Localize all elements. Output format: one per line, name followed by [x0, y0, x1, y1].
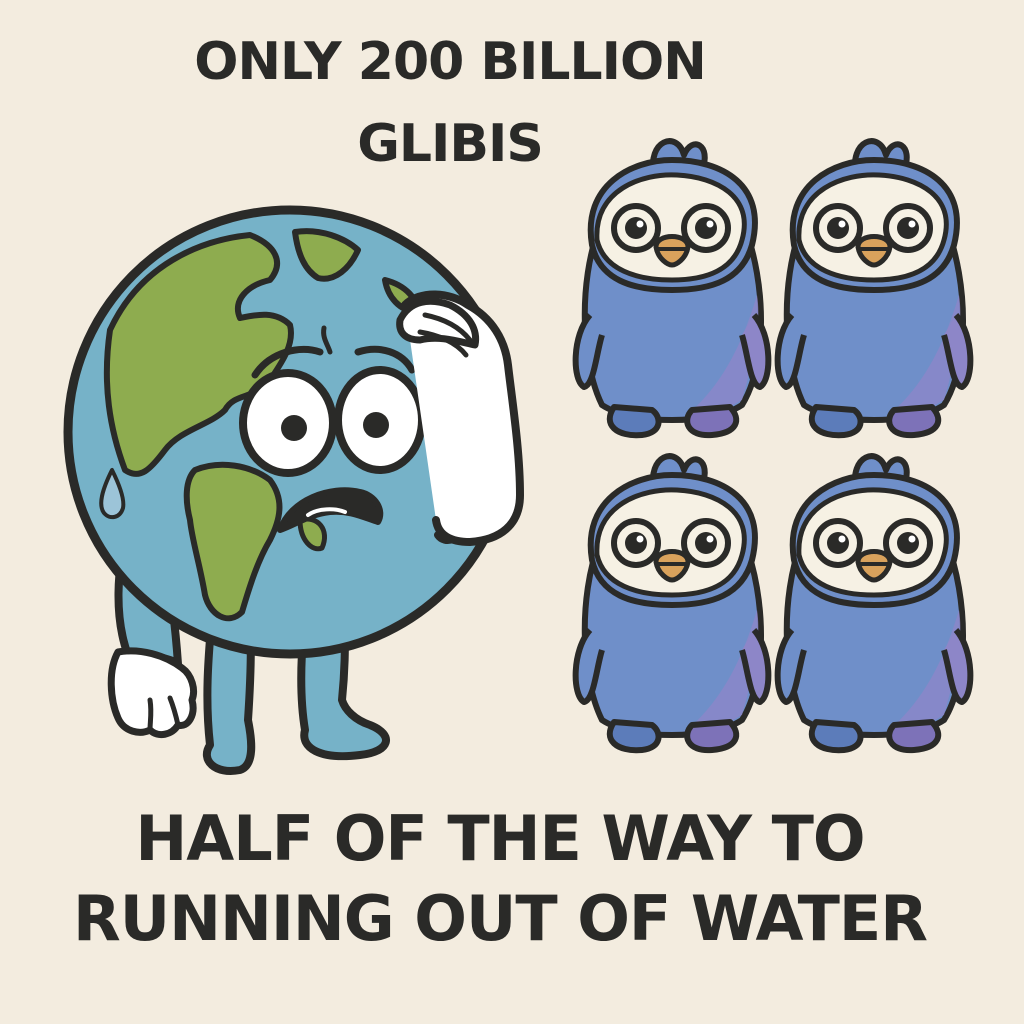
bottom-caption-line-1: HALF OF THE WAY TO	[135, 802, 865, 875]
glibi-creature-icon	[576, 456, 769, 750]
bottom-caption: HALF OF THE WAY TO RUNNING OUT OF WATER	[70, 808, 930, 968]
glibi-creature-icon	[778, 456, 971, 750]
worried-earth-icon	[63, 205, 524, 775]
glibi-creature-icon	[576, 141, 769, 435]
bottom-caption-line-2: RUNNING OUT OF WATER	[72, 882, 928, 955]
glibi-creature-icon	[778, 141, 971, 435]
